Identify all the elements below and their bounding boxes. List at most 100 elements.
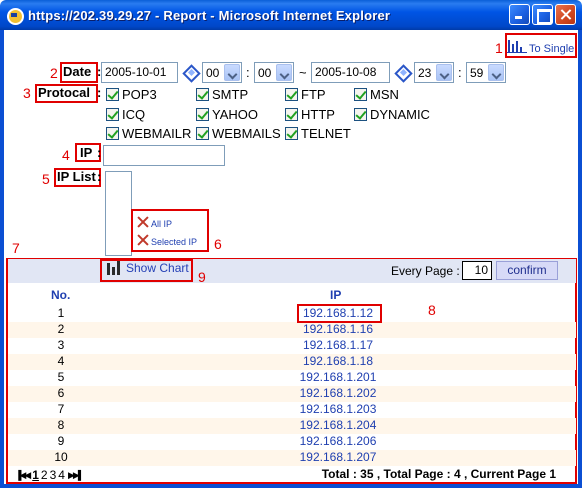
last-page-icon[interactable]: ▶▶▌	[68, 470, 84, 481]
checkbox-icon	[106, 127, 119, 140]
ip-link[interactable]: 192.168.1.204	[238, 418, 438, 432]
callout-number-1: 1	[495, 40, 503, 56]
chevron-down-icon	[488, 64, 504, 81]
callout-number-3: 3	[23, 85, 31, 101]
window-title: https://202.39.29.27 - Report - Microsof…	[28, 7, 391, 23]
page-link[interactable]: 1	[32, 468, 39, 482]
protocol-label: Protocal	[38, 85, 91, 100]
protocol-checkbox[interactable]: POP3	[106, 87, 157, 102]
checkbox-icon	[285, 127, 298, 140]
window-frame-bottom	[0, 484, 582, 488]
show-chart-label: Show Chart	[126, 261, 189, 275]
callout-box-8	[297, 304, 382, 323]
minute-to-select[interactable]: 59	[466, 62, 506, 83]
date-label: Date	[63, 64, 92, 79]
protocol-checkbox[interactable]: MSN	[354, 87, 399, 102]
window-frame-left	[0, 30, 4, 488]
checkbox-icon	[285, 88, 298, 101]
hour-from-select[interactable]: 00	[202, 62, 242, 83]
col-header-ip: IP	[330, 288, 342, 302]
protocol-checkbox[interactable]: ICQ	[106, 107, 145, 122]
window-frame-right	[578, 30, 582, 488]
minimize-button[interactable]	[509, 4, 530, 25]
calendar-icon[interactable]	[395, 64, 411, 80]
ip-link[interactable]: 192.168.1.202	[238, 386, 438, 400]
ip-label: IP	[80, 145, 93, 160]
date-from-input[interactable]: 2005-10-01	[101, 62, 178, 83]
table-row: 5 192.168.1.201	[8, 370, 576, 386]
checkbox-icon	[106, 88, 119, 101]
table-row: 1 192.168.1.12	[8, 306, 576, 322]
protocol-checkbox[interactable]: TELNET	[285, 126, 351, 141]
ip-input[interactable]	[103, 145, 225, 166]
checkbox-icon	[196, 88, 209, 101]
per-page-input[interactable]: 10	[462, 261, 492, 280]
ie-icon	[6, 7, 24, 25]
callout-number-9: 9	[198, 269, 206, 285]
first-page-icon[interactable]: ▐◀◀	[15, 470, 31, 481]
table-row: 4 192.168.1.18	[8, 354, 576, 370]
remove-icon	[136, 215, 150, 229]
to-single-link[interactable]: To Single	[507, 34, 574, 58]
ip-link[interactable]: 192.168.1.206	[238, 434, 438, 448]
calendar-icon[interactable]	[183, 64, 199, 80]
ip-link[interactable]: 192.168.1.18	[238, 354, 438, 368]
protocol-checkbox[interactable]: HTTP	[285, 107, 335, 122]
page-link[interactable]: 2	[41, 468, 48, 482]
remove-icon	[136, 233, 150, 247]
table-row: 9 192.168.1.206	[8, 434, 576, 450]
table-row: 8 192.168.1.204	[8, 418, 576, 434]
ip-list-box[interactable]	[105, 171, 132, 256]
show-chart-button[interactable]: Show Chart	[106, 261, 189, 275]
ip-link[interactable]: 192.168.1.16	[238, 322, 438, 336]
table-row: 2 192.168.1.16	[8, 322, 576, 338]
chevron-down-icon	[276, 64, 292, 81]
protocol-checkbox[interactable]: WEBMAILR	[106, 126, 191, 141]
protocol-checkbox[interactable]: YAHOO	[196, 107, 258, 122]
checkbox-icon	[196, 127, 209, 140]
callout-number-4: 4	[62, 147, 70, 163]
ip-link[interactable]: 192.168.1.203	[238, 402, 438, 416]
window-controls	[509, 4, 576, 25]
protocol-checkbox[interactable]: FTP	[285, 87, 326, 102]
pagination: ▐◀◀ 1 2 3 4 ▶▶▌	[13, 468, 84, 482]
ip-list-label: IP List	[57, 169, 96, 184]
col-header-no: No.	[51, 288, 71, 302]
ip-link[interactable]: 192.168.1.17	[238, 338, 438, 352]
hour-to-select[interactable]: 23	[414, 62, 454, 83]
close-button[interactable]	[555, 4, 576, 25]
checkbox-icon	[285, 108, 298, 121]
minute-from-select[interactable]: 00	[254, 62, 294, 83]
table-row: 7 192.168.1.203	[8, 402, 576, 418]
results-panel: 9 Show Chart Every Page : 10 confirm No.…	[8, 259, 576, 483]
maximize-button[interactable]	[532, 4, 553, 25]
callout-number-7: 7	[12, 240, 20, 256]
callout-number-5: 5	[42, 171, 50, 187]
date-to-input[interactable]: 2005-10-08	[311, 62, 390, 83]
page-link[interactable]: 3	[50, 468, 57, 482]
callout-number-6: 6	[214, 236, 222, 252]
chevron-down-icon	[436, 64, 452, 81]
confirm-button[interactable]: confirm	[496, 261, 558, 280]
bar-chart-icon	[507, 39, 527, 53]
every-page-label: Every Page :	[391, 264, 460, 278]
protocol-checkbox[interactable]: DYNAMIC	[354, 107, 430, 122]
table-row: 3 192.168.1.17	[8, 338, 576, 354]
page-link[interactable]: 4	[58, 468, 65, 482]
protocol-checkbox[interactable]: WEBMAILS	[196, 126, 281, 141]
table-row: 10 192.168.1.207	[8, 450, 576, 466]
table-row: 6 192.168.1.202	[8, 386, 576, 402]
callout-number-2: 2	[50, 65, 58, 81]
checkbox-icon	[106, 108, 119, 121]
chevron-down-icon	[224, 64, 240, 81]
callout-number-8: 8	[428, 302, 436, 318]
selected-ip-button[interactable]: Selected IP	[136, 233, 197, 247]
to-single-label: To Single	[529, 43, 575, 55]
chart-icon	[106, 261, 122, 275]
ip-link[interactable]: 192.168.1.207	[238, 450, 438, 464]
title-bar: https://202.39.29.27 - Report - Microsof…	[0, 0, 582, 30]
ip-link[interactable]: 192.168.1.201	[238, 370, 438, 384]
pagination-summary: Total : 35 , Total Page : 4 , Current Pa…	[321, 467, 556, 481]
all-ip-button[interactable]: All IP	[136, 215, 172, 229]
protocol-checkbox[interactable]: SMTP	[196, 87, 248, 102]
